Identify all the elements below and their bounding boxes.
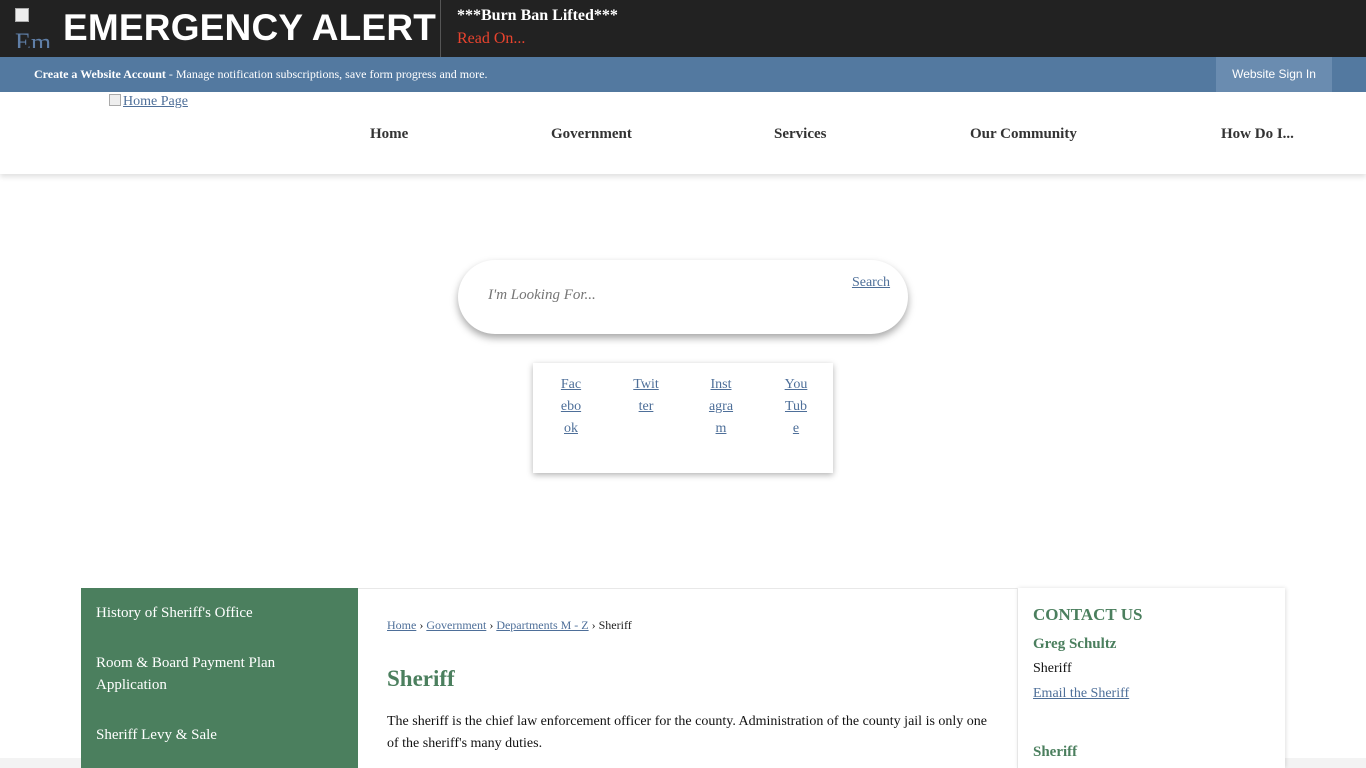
breadcrumb-current: Sheriff bbox=[598, 618, 632, 632]
broken-image-icon bbox=[15, 8, 29, 22]
breadcrumb: Home › Government › Departments M - Z › … bbox=[387, 618, 632, 633]
breadcrumb-government[interactable]: Government bbox=[426, 618, 486, 632]
emergency-alert-icon-alt: Em bbox=[15, 28, 52, 49]
search-box: Search bbox=[458, 260, 908, 334]
emergency-alert-icon: Em bbox=[15, 8, 55, 48]
contact-us-panel: CONTACT US Greg Schultz Sheriff Email th… bbox=[1017, 588, 1285, 768]
alert-divider bbox=[440, 0, 441, 57]
contact-role: Sheriff bbox=[1033, 661, 1072, 676]
breadcrumb-home[interactable]: Home bbox=[387, 618, 416, 632]
sidebar-item-levy-sale[interactable]: Sheriff Levy & Sale bbox=[96, 724, 336, 746]
alert-read-on-link[interactable]: Read On... bbox=[457, 30, 525, 48]
account-bar: Create a Website Account - Manage notifi… bbox=[0, 57, 1366, 92]
twitter-link[interactable]: Twitter bbox=[633, 374, 659, 418]
main-navigation: Home Page Home Government Services Our C… bbox=[0, 92, 1366, 174]
home-page-logo-link[interactable]: Home Page bbox=[109, 94, 188, 110]
home-page-logo-alt: Home Page bbox=[123, 94, 188, 109]
search-button[interactable]: Search bbox=[846, 272, 896, 294]
contact-name: Greg Schultz bbox=[1033, 636, 1117, 652]
search-input[interactable] bbox=[488, 287, 838, 304]
instagram-link[interactable]: Instagram bbox=[708, 374, 734, 440]
breadcrumb-separator: › bbox=[591, 618, 596, 632]
breadcrumb-separator: › bbox=[489, 618, 494, 632]
alert-headline: ***Burn Ban Lifted*** bbox=[457, 7, 618, 24]
facebook-link[interactable]: Facebook bbox=[558, 374, 584, 440]
nav-item-services[interactable]: Services bbox=[774, 126, 826, 143]
broken-image-icon bbox=[109, 94, 121, 106]
page-intro: The sheriff is the chief law enforcement… bbox=[387, 714, 988, 751]
emergency-alert-title: EMERGENCY ALERT bbox=[63, 7, 437, 48]
main-content: Home › Government › Departments M - Z › … bbox=[358, 588, 1017, 768]
create-account-link[interactable]: Create a Website Account bbox=[34, 67, 166, 81]
contact-sub-heading: Sheriff bbox=[1033, 744, 1078, 760]
sidebar-item-room-board-payment[interactable]: Room & Board Payment Plan Application bbox=[96, 652, 336, 696]
sheriff-sidebar-menu: History of Sheriff's Office Room & Board… bbox=[81, 588, 358, 768]
contact-heading: CONTACT US bbox=[1033, 605, 1143, 624]
page-title: Sheriff bbox=[387, 666, 455, 691]
social-links: Facebook Twitter Instagram YouTube bbox=[533, 363, 833, 473]
nav-item-government[interactable]: Government bbox=[551, 126, 632, 143]
nav-item-home[interactable]: Home bbox=[370, 126, 408, 143]
breadcrumb-departments[interactable]: Departments M - Z bbox=[496, 618, 588, 632]
email-sheriff-link[interactable]: Email the Sheriff bbox=[1033, 686, 1129, 702]
sidebar-item-history[interactable]: History of Sheriff's Office bbox=[96, 602, 336, 624]
create-account-description: - Manage notification subscriptions, sav… bbox=[165, 67, 488, 81]
emergency-alert-bar: Em EMERGENCY ALERT ***Burn Ban Lifted***… bbox=[0, 0, 1366, 57]
youtube-link[interactable]: YouTube bbox=[783, 374, 809, 440]
nav-item-our-community[interactable]: Our Community bbox=[970, 126, 1077, 143]
create-account-notice: Create a Website Account - Manage notifi… bbox=[34, 67, 487, 82]
nav-item-how-do-i[interactable]: How Do I... bbox=[1221, 126, 1294, 143]
breadcrumb-separator: › bbox=[419, 618, 424, 632]
website-sign-in-button[interactable]: Website Sign In bbox=[1216, 57, 1332, 92]
